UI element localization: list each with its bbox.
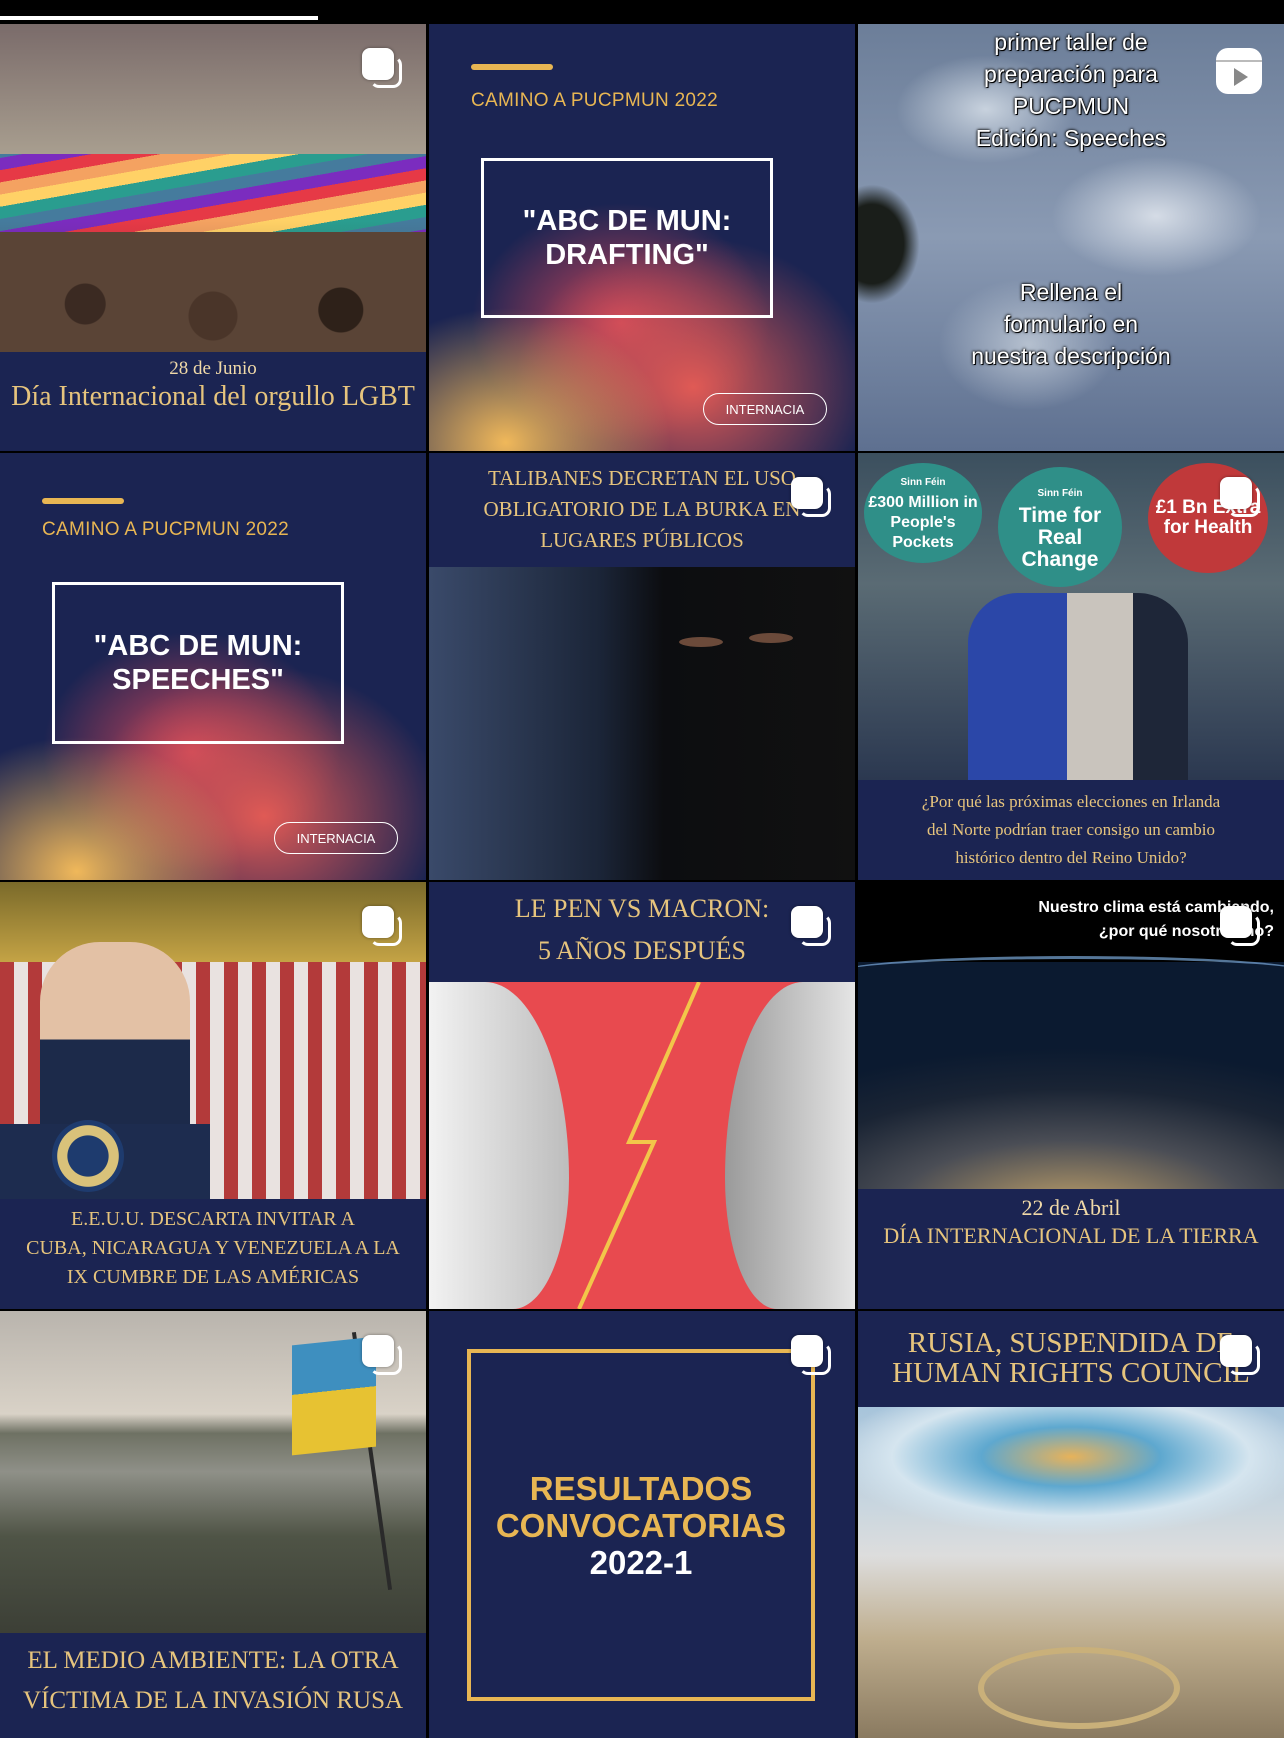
lepen-macron-photo <box>429 982 855 1309</box>
post-russia-hrc[interactable]: RUSIA, SUSPENDIDA DE HUMAN RIGHTS COUNCI… <box>858 1311 1284 1738</box>
post-title-line: "ABC DE MUN: <box>93 630 303 662</box>
post-biden[interactable]: E.E.U.U. DESCARTA INVITAR A CUBA, NICARA… <box>0 882 426 1309</box>
caption-line: IX CUMBRE DE LAS AMÉRICAS <box>66 1266 360 1288</box>
hrc-chamber-photo <box>858 1407 1284 1738</box>
post-pride[interactable]: 28 de Junio Día Internacional del orgull… <box>0 24 426 451</box>
post-date: 22 de Abril <box>1021 1195 1121 1220</box>
caption-line: EL MEDIO AMBIENTE: LA OTRA <box>27 1647 399 1674</box>
brand-pill: INTERNACIA <box>703 393 827 425</box>
post-date: 28 de Junio <box>169 358 257 379</box>
reel-text-line: nuestra descripción <box>971 343 1171 369</box>
reel-bottom-text: Rellena el formulario en nuestra descrip… <box>858 276 1284 372</box>
post-abc-drafting[interactable]: CAMINO A PUCPMUN 2022 "ABC DE MUN: DRAFTI… <box>429 24 855 451</box>
quote-line: Nuestro clima está cambiando, <box>1038 899 1274 916</box>
status-bar <box>0 0 1284 22</box>
campaign-sign: Sinn Féin £300 Million in People's Pocket… <box>864 463 982 563</box>
post-kicker: CAMINO A PUCPMUN 2022 <box>471 90 719 111</box>
carousel-icon <box>362 906 402 946</box>
post-title-frame: RESULTADOS CONVOCATORIAS 2022-1 <box>467 1349 815 1701</box>
carousel-icon <box>1220 906 1260 946</box>
post-sinn-fein[interactable]: Sinn Féin £300 Million in People's Pocket… <box>858 453 1284 880</box>
post-title-frame: "ABC DE MUN: SPEECHES" <box>52 582 344 744</box>
earth-photo <box>858 956 1284 1189</box>
carousel-icon <box>791 477 831 517</box>
reel-text-line: Edición: Speeches <box>975 125 1167 151</box>
sign-text: Time for Real Change <box>1018 504 1102 571</box>
story-progress-bar <box>0 16 318 20</box>
caption-line: E.E.U.U. DESCARTA INVITAR A <box>71 1208 355 1230</box>
presidential-seal <box>52 1120 124 1192</box>
carousel-icon <box>1220 1335 1260 1375</box>
post-title: Día Internacional del orgullo LGBT <box>11 381 415 412</box>
post-caption: 28 de Junio Día Internacional del orgull… <box>0 352 426 451</box>
lightning-bolt <box>577 982 701 1309</box>
post-burka[interactable]: TALIBANES DECRETAN EL USO OBLIGATORIO DE… <box>429 453 855 880</box>
post-resultados[interactable]: RESULTADOS CONVOCATORIAS 2022-1 <box>429 1311 855 1738</box>
brand-pill: INTERNACIA <box>274 822 398 854</box>
sign-brand: Sinn Féin <box>1037 488 1083 499</box>
post-caption: ¿Por qué las próximas elecciones en Irla… <box>858 780 1284 880</box>
post-title: DÍA INTERNACIONAL DE LA TIERRA <box>883 1223 1259 1248</box>
post-reel-taller[interactable]: primer taller de preparación para PUCPMU… <box>858 24 1284 451</box>
carousel-icon <box>1220 477 1260 517</box>
post-earth-day[interactable]: Nuestro clima está cambiando, ¿por qué n… <box>858 882 1284 1309</box>
carousel-icon <box>791 906 831 946</box>
post-abc-speeches[interactable]: CAMINO A PUCPMUN 2022 "ABC DE MUN: SPEECH… <box>0 453 426 880</box>
post-caption: E.E.U.U. DESCARTA INVITAR A CUBA, NICARA… <box>0 1199 426 1309</box>
carousel-icon <box>362 48 402 88</box>
headline-line: LUGARES PÚBLICOS <box>540 528 744 552</box>
caption-line: histórico dentro del Reino Unido? <box>955 848 1187 867</box>
accent-bar <box>42 498 124 504</box>
burka-photo <box>429 567 855 880</box>
post-lepen-macron[interactable]: LE PEN VS MACRON: 5 AÑOS DESPUÉS <box>429 882 855 1309</box>
reel-text-line: formulario en <box>1003 311 1139 337</box>
post-title-line: "ABC DE MUN: <box>522 205 732 237</box>
reel-text-line: Rellena el <box>1019 279 1123 305</box>
post-title-frame: "ABC DE MUN: DRAFTING" <box>481 158 773 318</box>
post-title-line: CONVOCATORIAS <box>495 1506 787 1544</box>
post-title-line: DRAFTING" <box>545 239 709 271</box>
post-title-line: RESULTADOS <box>529 1469 753 1507</box>
carousel-icon <box>791 1335 831 1375</box>
caption-line: del Norte podrían traer consigo un cambi… <box>927 820 1215 839</box>
post-caption: 22 de Abril DÍA INTERNACIONAL DE LA TIER… <box>858 1189 1284 1309</box>
accent-bar <box>471 64 553 70</box>
chamber-ring <box>978 1647 1180 1729</box>
caption-line: ¿Por qué las próximas elecciones en Irla… <box>921 792 1221 811</box>
campaign-sign: Sinn Féin Time for Real Change <box>998 467 1122 587</box>
post-title-line: SPEECHES" <box>112 664 284 696</box>
caption-line: CUBA, NICARAGUA Y VENEZUELA A LA <box>26 1237 400 1259</box>
carousel-icon <box>362 1335 402 1375</box>
caption-line: VÍCTIMA DE LA INVASIÓN RUSA <box>22 1687 404 1714</box>
post-title-line: 2022-1 <box>589 1543 693 1581</box>
people-group <box>968 593 1188 780</box>
post-kicker: CAMINO A PUCPMUN 2022 <box>42 519 290 540</box>
sign-text: £300 Million in People's Pockets <box>868 494 978 551</box>
reel-icon <box>1216 48 1262 94</box>
post-caption: EL MEDIO AMBIENTE: LA OTRA VÍCTIMA DE LA… <box>0 1633 426 1738</box>
quote-line: ¿por qué nosotros no? <box>1098 923 1274 940</box>
sign-brand: Sinn Féin <box>900 477 946 488</box>
reel-text-line: PUCPMUN <box>1012 93 1130 119</box>
post-ukraine-environment[interactable]: EL MEDIO AMBIENTE: LA OTRA VÍCTIMA DE LA… <box>0 1311 426 1738</box>
